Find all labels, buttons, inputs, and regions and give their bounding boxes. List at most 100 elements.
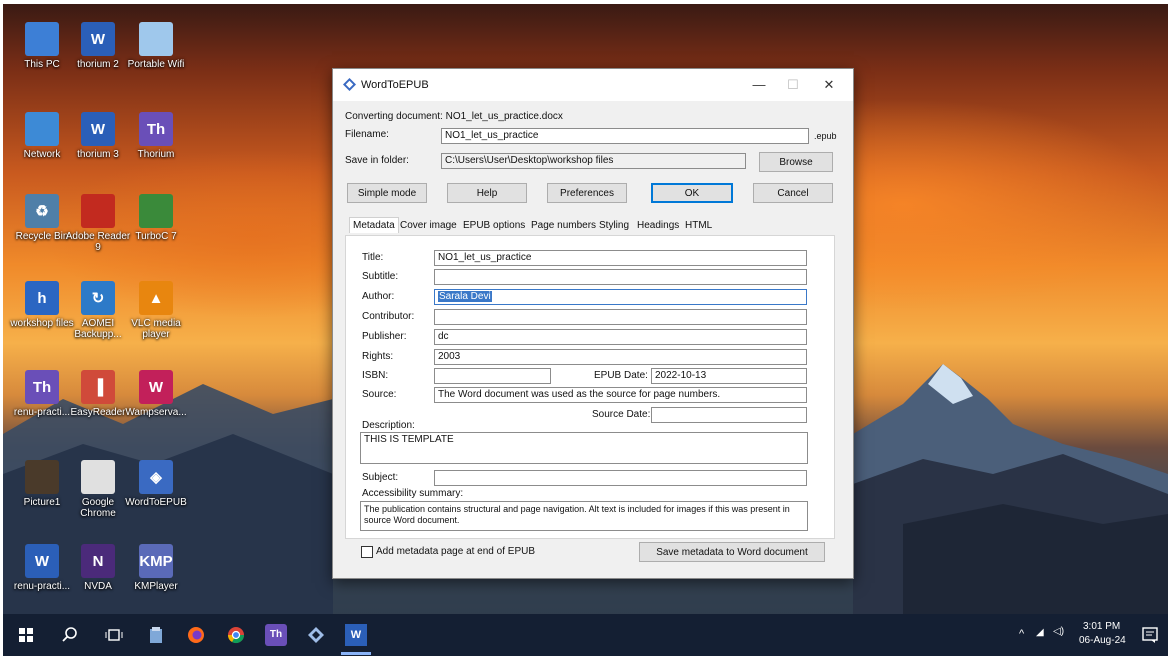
portable-wifi-icon (139, 22, 173, 56)
desktop-icon-thorium-app[interactable]: Th Thorium (122, 112, 190, 160)
title-input[interactable]: NO1_let_us_practice (434, 250, 807, 266)
contributor-label: Contributor: (362, 311, 415, 322)
notifications-icon[interactable] (1139, 624, 1161, 646)
tab-cover-image[interactable]: Cover image (400, 220, 457, 231)
turboc-icon (139, 194, 173, 228)
nvda-icon: N (81, 544, 115, 578)
tab-epub-options[interactable]: EPUB options (463, 220, 525, 231)
description-input[interactable]: THIS IS TEMPLATE (360, 432, 808, 464)
subtitle-input[interactable] (434, 269, 807, 285)
publisher-label: Publisher: (362, 331, 407, 342)
thorium3-doc-icon: W (81, 112, 115, 146)
volume-tray-icon[interactable]: ◁) (1053, 626, 1064, 637)
thorium-app-icon: Th (139, 112, 173, 146)
wordtoepub-icon: ◈ (139, 460, 173, 494)
desktop-icon-label: VLC media player (131, 318, 181, 340)
wordtoepub-window: WordToEPUB — ☐ ✕ Converting document: NO… (332, 68, 854, 579)
renu-practice-doc-icon: W (25, 544, 59, 578)
add-metadata-page-label: Add metadata page at end of EPUB (376, 546, 535, 557)
taskbar-app-icon[interactable] (145, 624, 167, 646)
accessibility-summary-label: Accessibility summary: (362, 488, 464, 499)
taskbar: Th W ^ ◢ ◁) 3:01 PM 06-Aug-24 (3, 614, 1168, 656)
subject-label: Subject: (362, 472, 399, 483)
desktop-icon-label: TurboC 7 (135, 231, 177, 242)
save-metadata-button[interactable]: Save metadata to Word document (639, 542, 825, 562)
add-metadata-page-checkbox[interactable] (361, 546, 373, 558)
wampserver-icon: W (139, 370, 173, 404)
epub-date-label: EPUB Date: (594, 370, 648, 381)
close-button[interactable]: ✕ (815, 75, 843, 95)
clock-time[interactable]: 3:01 PM (1083, 621, 1120, 632)
desktop-icon-kmplayer[interactable]: KMP KMPlayer (122, 544, 190, 592)
network-tray-icon[interactable]: ◢ (1036, 627, 1044, 638)
vlc-icon: ▲ (139, 281, 173, 315)
adobe-reader-icon (81, 194, 115, 228)
wordtoepub-taskbar-icon[interactable] (305, 624, 327, 646)
contributor-input[interactable] (434, 309, 807, 325)
this-pc-icon (25, 22, 59, 56)
converting-label: Converting document: NO1_let_us_practice… (345, 111, 563, 122)
windows-start-icon[interactable] (15, 624, 37, 646)
save-folder-input[interactable]: C:\Users\User\Desktop\workshop files (441, 153, 746, 169)
google-chrome-icon (81, 460, 115, 494)
filename-label: Filename: (345, 129, 389, 140)
preferences-button[interactable]: Preferences (547, 183, 627, 203)
subtitle-label: Subtitle: (362, 271, 399, 282)
help-button[interactable]: Help (447, 183, 527, 203)
subject-input[interactable] (434, 470, 807, 486)
simple-mode-button[interactable]: Simple mode (347, 183, 427, 203)
tab-page-numbers[interactable]: Page numbers (531, 220, 596, 231)
task-view-icon[interactable] (103, 624, 125, 646)
desktop-icon-vlc[interactable]: ▲ VLC media player (122, 281, 190, 340)
rights-label: Rights: (362, 351, 394, 362)
maximize-button[interactable]: ☐ (779, 75, 807, 95)
firefox-icon[interactable] (185, 624, 207, 646)
window-title: WordToEPUB (361, 79, 429, 91)
desktop-icon-wampserver[interactable]: W Wampserva... (122, 370, 190, 418)
chrome-icon[interactable] (225, 624, 247, 646)
desktop-icon-turboc[interactable]: TurboC 7 (122, 194, 190, 242)
tab-metadata[interactable]: Metadata (349, 217, 399, 233)
clock-date[interactable]: 06-Aug-24 (1079, 635, 1126, 646)
tray-overflow-icon[interactable]: ^ (1019, 628, 1024, 640)
epub-date-input[interactable]: 2022-10-13 (651, 368, 807, 384)
desktop-icon-wordtoepub[interactable]: ◈ WordToEPUB (122, 460, 190, 508)
ok-button[interactable]: OK (651, 183, 733, 203)
easyreader-icon: ▐ (81, 370, 115, 404)
word-taskbar-icon[interactable]: W (345, 624, 367, 646)
browse-button[interactable]: Browse (759, 152, 833, 172)
desktop-icon-portable-wifi[interactable]: Portable Wifi (122, 22, 190, 70)
desktop-icon-label: Portable Wifi (127, 59, 185, 70)
network-icon (25, 112, 59, 146)
isbn-input[interactable] (434, 368, 551, 384)
source-date-input[interactable] (651, 407, 807, 423)
search-icon[interactable] (59, 624, 81, 646)
author-label: Author: (362, 291, 395, 302)
desktop-icon-label: Wampserva... (125, 407, 187, 418)
tab-headings[interactable]: Headings (637, 220, 679, 231)
metadata-panel: Title: NO1_let_us_practice Subtitle: Aut… (345, 235, 835, 539)
active-app-indicator (341, 652, 371, 655)
kmplayer-icon: KMP (139, 544, 173, 578)
cancel-button[interactable]: Cancel (753, 183, 833, 203)
title-bar: WordToEPUB — ☐ ✕ (333, 69, 853, 101)
tab-styling[interactable]: Styling (599, 220, 629, 231)
author-value: Sarala Devi (438, 291, 492, 302)
filename-input[interactable]: NO1_let_us_practice (441, 128, 809, 144)
source-input[interactable]: The Word document was used as the source… (434, 387, 807, 403)
publisher-input[interactable]: dc (434, 329, 807, 345)
epub-extension-label: .epub (814, 131, 837, 141)
desktop: This PC Wthorium 2 Portable Wifi Network Wth… (3, 4, 1168, 656)
minimize-button[interactable]: — (745, 75, 773, 95)
author-input[interactable]: Sarala Devi (434, 289, 807, 305)
rights-input[interactable]: 2003 (434, 349, 807, 365)
save-folder-label: Save in folder: (345, 155, 409, 166)
desktop-icon-label: WordToEPUB (125, 497, 187, 508)
tab-html[interactable]: HTML (685, 220, 712, 231)
accessibility-summary-input[interactable]: The publication contains structural and … (360, 501, 808, 531)
source-label: Source: (362, 389, 397, 400)
description-label: Description: (362, 420, 415, 431)
wordtoepub-logo-icon (343, 78, 356, 91)
desktop-icon-label: Thorium (137, 149, 175, 160)
thorium-taskbar-icon[interactable]: Th (265, 624, 287, 646)
